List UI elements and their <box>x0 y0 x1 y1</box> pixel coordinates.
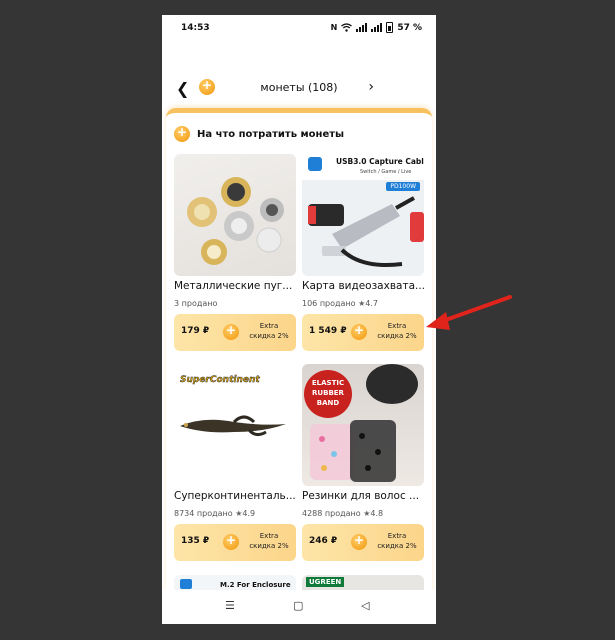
image-banner: USB3.0 Capture Cable Switch / Game / Liv… <box>302 154 424 180</box>
product-name[interactable]: Металлические пуг... <box>174 280 298 292</box>
chevron-right-icon[interactable]: › <box>368 79 374 95</box>
price: 135 ₽ <box>181 536 210 546</box>
product-meta: 4288 продано ★4.8 <box>302 509 383 518</box>
rattles-illustration <box>187 177 284 265</box>
product-image[interactable]: USB3.0 Capture Cable Switch / Game / Liv… <box>302 154 424 276</box>
extra-label: Extra <box>387 532 407 540</box>
price-button[interactable]: 1 549 ₽ Extra скидка 2% <box>302 314 424 351</box>
banner-badge: PD100W <box>386 182 420 191</box>
sold-count: 4288 продано <box>302 509 361 518</box>
banner-title: USB3.0 Capture Cable <box>336 157 424 166</box>
page-title: монеты (108) <box>260 81 338 94</box>
product-image[interactable]: ELASTIC RUBBER BAND <box>302 364 424 486</box>
extra-label: Extra <box>259 532 279 540</box>
menu-icon[interactable]: ☰ <box>225 599 235 612</box>
extra-discount: Extra скидка 2% <box>374 531 420 551</box>
coin-icon <box>223 533 239 550</box>
brand-label: UGREEN <box>306 577 345 587</box>
badge-line: RUBBER <box>312 389 344 397</box>
product-name[interactable]: Суперконтиненталь... <box>174 490 298 502</box>
fishing-lure-illustration: SuperContinent <box>180 375 286 437</box>
home-square-icon[interactable]: ▢ <box>293 599 303 612</box>
extra-discount: Extra скидка 2% <box>246 531 292 551</box>
price: 246 ₽ <box>309 536 338 546</box>
product-meta: 8734 продано ★4.9 <box>174 509 255 518</box>
price: 1 549 ₽ <box>309 326 347 336</box>
rating: 4.9 <box>242 509 256 518</box>
section-header: На что потратить монеты <box>174 125 345 142</box>
product-name[interactable]: Карта видеозахвата... <box>302 280 426 292</box>
extra-label: Extra <box>259 322 279 330</box>
extra-discount: Extra скидка 2% <box>246 321 292 341</box>
discount-label: скидка 2% <box>249 542 289 550</box>
svg-text:SuperContinent: SuperContinent <box>180 375 260 385</box>
back-triangle-icon[interactable]: ◁ <box>361 599 369 612</box>
coin-icon <box>223 323 239 340</box>
battery-level: 57 % <box>397 22 422 33</box>
price-button[interactable]: 179 ₽ Extra скидка 2% <box>174 314 296 351</box>
partial-title: M.2 For Enclosure <box>220 581 291 589</box>
coin-icon <box>351 323 367 340</box>
signal-icon <box>356 23 368 32</box>
product-image[interactable]: SuperContinent <box>174 364 296 486</box>
wifi-icon <box>341 23 353 32</box>
signal-icon-2 <box>371 23 383 32</box>
product-image[interactable] <box>174 154 296 276</box>
status-time: 14:53 <box>181 23 210 33</box>
badge-line: BAND <box>316 399 340 407</box>
badge-line: ELASTIC <box>311 379 345 387</box>
banner-subtitle: Switch / Game / Live <box>360 169 412 175</box>
rating: 4.8 <box>370 509 384 518</box>
battery-icon <box>386 22 394 33</box>
product-meta: 106 продано ★4.7 <box>302 299 378 308</box>
section-title: На что потратить монеты <box>197 128 345 140</box>
spend-coins-card: На что потратить монеты Металлические пу… <box>166 108 432 613</box>
discount-label: скидка 2% <box>377 542 417 550</box>
sold-count: 3 продано <box>174 299 218 308</box>
status-bar: 14:53 N 57 % <box>162 15 436 41</box>
extra-label: Extra <box>387 322 407 330</box>
sold-count: 106 продано <box>302 299 356 308</box>
brand-logo <box>180 579 192 589</box>
brand-logo <box>308 157 322 171</box>
price: 179 ₽ <box>181 326 210 336</box>
phone-screen: 14:53 N 57 % ❮ монеты (108) › На что пот… <box>162 15 436 624</box>
discount-label: скидка 2% <box>249 332 289 340</box>
nfc-icon: N <box>330 23 338 32</box>
product-meta: 3 продано <box>174 299 217 308</box>
sold-count: 8734 продано <box>174 509 233 518</box>
extra-discount: Extra скидка 2% <box>374 321 420 341</box>
coin-icon <box>174 125 190 142</box>
elastic-badge: ELASTIC RUBBER BAND <box>304 370 352 418</box>
system-nav-bar: ☰ ▢ ◁ <box>162 590 436 624</box>
header: ❮ монеты (108) › <box>162 75 436 105</box>
coin-icon <box>351 533 367 550</box>
product-name[interactable]: Резинки для волос ... <box>302 490 426 502</box>
status-icons: N 57 % <box>331 22 422 33</box>
discount-label: скидка 2% <box>377 332 417 340</box>
price-button[interactable]: 135 ₽ Extra скидка 2% <box>174 524 296 561</box>
rating: 4.7 <box>365 299 379 308</box>
price-button[interactable]: 246 ₽ Extra скидка 2% <box>302 524 424 561</box>
